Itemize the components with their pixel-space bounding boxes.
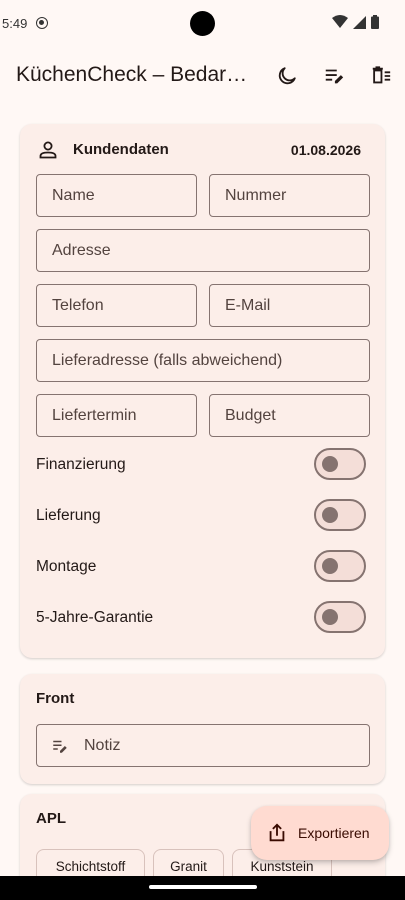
person-icon xyxy=(39,141,57,159)
budget-field[interactable]: Budget xyxy=(209,394,370,437)
name-field[interactable]: Name xyxy=(36,174,197,217)
camera-cutout xyxy=(190,11,215,36)
switch-thumb xyxy=(322,507,338,523)
app-title: KüchenCheck – Bedarfsanalyse xyxy=(16,63,248,86)
assembly-label: Montage xyxy=(36,558,97,575)
edit-list-button[interactable] xyxy=(320,62,348,90)
financing-label: Finanzierung xyxy=(36,456,126,473)
financing-switch-row: Finanzierung xyxy=(36,448,370,480)
assembly-switch-row: Montage xyxy=(36,550,370,582)
clear-all-button[interactable] xyxy=(367,62,395,90)
warranty-label: 5-Jahre-Garantie xyxy=(36,609,154,626)
battery-icon xyxy=(371,15,379,29)
assembly-switch[interactable] xyxy=(314,550,366,582)
delivery-date-field[interactable]: Liefertermin xyxy=(36,394,197,437)
address-field[interactable]: Adresse xyxy=(36,229,370,272)
phone-field[interactable]: Telefon xyxy=(36,284,197,327)
delivery-address-field[interactable]: Lieferadresse (falls abweichend) xyxy=(36,339,370,382)
clear-all-icon xyxy=(372,66,391,84)
chip-granite[interactable]: Granit xyxy=(153,849,224,876)
switch-thumb xyxy=(322,558,338,574)
status-icons xyxy=(332,15,379,29)
app-bar: KüchenCheck – Bedarfsanalyse xyxy=(0,48,405,104)
customer-card-header: Kundendaten 01.08.2026 xyxy=(36,138,369,162)
scroll-content[interactable]: Kundendaten 01.08.2026 Name Nummer Adres… xyxy=(0,104,405,876)
front-note-label: Notiz xyxy=(84,737,121,754)
home-handle[interactable] xyxy=(149,885,257,889)
number-field[interactable]: Nummer xyxy=(209,174,370,217)
share-icon xyxy=(269,823,285,842)
edit-list-icon xyxy=(325,69,344,84)
gesture-nav-bar xyxy=(0,876,405,900)
front-card-title: Front xyxy=(36,690,75,707)
wifi-icon xyxy=(332,15,348,28)
customer-card: Kundendaten 01.08.2026 Name Nummer Adres… xyxy=(20,124,385,658)
export-button[interactable]: Exportieren xyxy=(251,806,389,860)
delivery-switch[interactable] xyxy=(314,499,366,531)
delivery-label: Lieferung xyxy=(36,507,101,524)
switch-thumb xyxy=(322,609,338,625)
notification-icon xyxy=(36,17,48,29)
customer-card-date: 01.08.2026 xyxy=(290,142,361,158)
status-time: 5:49 xyxy=(2,16,28,31)
notes-icon xyxy=(53,740,67,753)
chip-laminate[interactable]: Schichtstoff xyxy=(36,849,145,876)
front-note-field[interactable]: Notiz xyxy=(36,724,370,767)
signal-icon xyxy=(353,15,366,29)
customer-card-title: Kundendaten xyxy=(73,141,169,158)
apl-card-title: APL xyxy=(36,810,66,827)
email-field[interactable]: E-Mail xyxy=(209,284,370,327)
dark-mode-icon xyxy=(278,67,296,85)
status-bar: 5:49 xyxy=(0,0,405,48)
warranty-switch-row: 5-Jahre-Garantie xyxy=(36,601,370,633)
delivery-switch-row: Lieferung xyxy=(36,499,370,531)
export-label: Exportieren xyxy=(298,825,370,841)
dark-mode-button[interactable] xyxy=(273,62,301,90)
front-card: Front Notiz xyxy=(20,674,385,784)
financing-switch[interactable] xyxy=(314,448,366,480)
warranty-switch[interactable] xyxy=(314,601,366,633)
switch-thumb xyxy=(322,456,338,472)
